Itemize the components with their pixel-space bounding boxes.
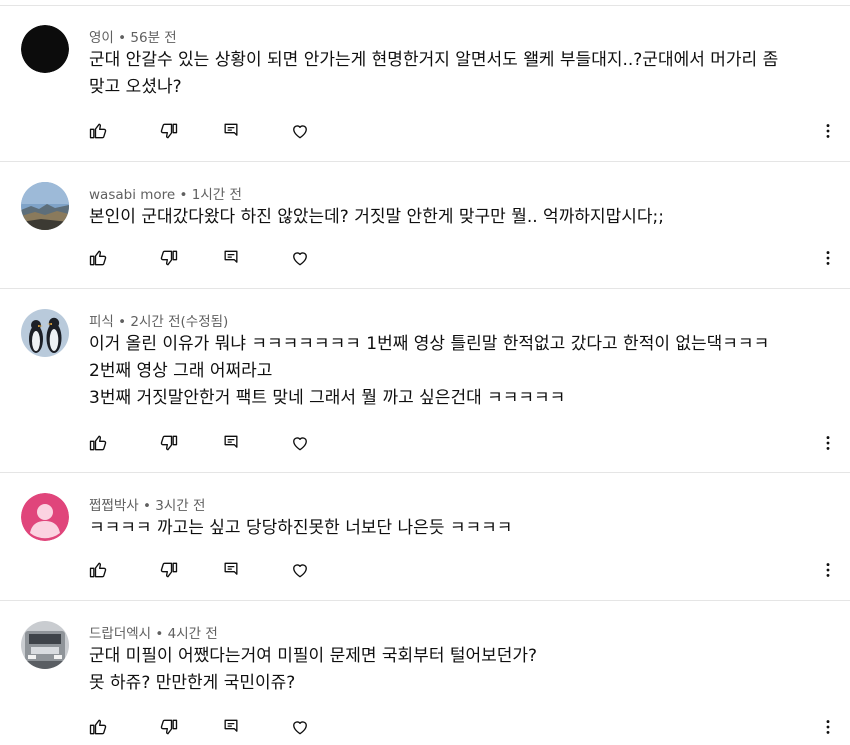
thumb-down-icon[interactable]	[157, 715, 181, 739]
thumb-down-icon[interactable]	[157, 431, 181, 455]
avatar[interactable]	[21, 309, 69, 357]
comment-author[interactable]: wasabi more	[89, 187, 175, 203]
heart-icon[interactable]	[288, 431, 312, 455]
comment-text: 군대 안갈수 있는 상황이 되면 안가는게 현명한거지 알면서도 왤케 부들대지…	[89, 47, 829, 101]
comment-line: 맞고 오셨나?	[89, 77, 182, 97]
reply-icon[interactable]	[219, 431, 243, 455]
top-divider	[0, 5, 850, 6]
avatar[interactable]	[21, 182, 69, 230]
comment-line: 이거 올린 이유가 뭐냐 ㅋㅋㅋㅋㅋㅋㅋ 1번째 영상 틀린말 한적없고 갔다고…	[89, 334, 770, 354]
more-vert-icon[interactable]	[816, 119, 840, 143]
comment-divider	[0, 472, 850, 473]
comment-actions	[0, 246, 850, 270]
avatar[interactable]	[21, 493, 69, 541]
heart-icon[interactable]	[288, 558, 312, 582]
comment-meta: 드랍더엑시 • 4시간 전	[89, 626, 218, 642]
thumb-up-icon[interactable]	[86, 558, 110, 582]
heart-icon[interactable]	[288, 119, 312, 143]
thumb-up-icon[interactable]	[86, 246, 110, 270]
comment-time: 4시간 전	[167, 626, 218, 642]
comment-divider	[0, 161, 850, 162]
comment-line: 못 하쥬? 만만한게 국민이쥬?	[89, 673, 296, 693]
comment-time: 2시간 전(수정됨)	[130, 314, 229, 330]
avatar[interactable]	[21, 621, 69, 669]
reply-icon[interactable]	[219, 558, 243, 582]
comment-divider	[0, 288, 850, 289]
comment-actions	[0, 431, 850, 455]
comment-meta: wasabi more • 1시간 전	[89, 187, 242, 203]
more-vert-icon[interactable]	[816, 715, 840, 739]
comment-author[interactable]: 쩝쩝박사	[89, 498, 139, 514]
more-vert-icon[interactable]	[816, 431, 840, 455]
heart-icon[interactable]	[288, 246, 312, 270]
heart-icon[interactable]	[288, 715, 312, 739]
comment-meta: 영이 • 56분 전	[89, 30, 177, 46]
comment-meta: 피식 • 2시간 전(수정됨)	[89, 314, 229, 330]
comment-divider	[0, 600, 850, 601]
thumb-up-icon[interactable]	[86, 431, 110, 455]
comment-line: ㅋㅋㅋㅋ 까고는 싶고 당당하진못한 너보단 나은듯 ㅋㅋㅋㅋ	[89, 518, 513, 538]
reply-icon[interactable]	[219, 119, 243, 143]
comment-line: 군대 미필이 어쨌다는거여 미필이 문제면 국회부터 털어보던가?	[89, 646, 538, 666]
comment-line: 군대 안갈수 있는 상황이 되면 안가는게 현명한거지 알면서도 왤케 부들대지…	[89, 50, 779, 70]
comment-text: 군대 미필이 어쨌다는거여 미필이 문제면 국회부터 털어보던가? 못 하쥬? …	[89, 643, 829, 697]
comment-author[interactable]: 영이	[89, 30, 114, 46]
comment-actions	[0, 715, 850, 739]
more-vert-icon[interactable]	[816, 246, 840, 270]
thumb-down-icon[interactable]	[157, 558, 181, 582]
comment-author[interactable]: 피식	[89, 314, 114, 330]
comment-text: ㅋㅋㅋㅋ 까고는 싶고 당당하진못한 너보단 나은듯 ㅋㅋㅋㅋ	[89, 515, 829, 542]
comment-meta: 쩝쩝박사 • 3시간 전	[89, 498, 206, 514]
reply-icon[interactable]	[219, 246, 243, 270]
thumb-down-icon[interactable]	[157, 246, 181, 270]
comment-line: 3번째 거짓말안한거 팩트 맞네 그래서 뭘 까고 싶은건대 ㅋㅋㅋㅋㅋ	[89, 388, 566, 408]
more-vert-icon[interactable]	[816, 558, 840, 582]
thumb-down-icon[interactable]	[157, 119, 181, 143]
reply-icon[interactable]	[219, 715, 243, 739]
comment-actions	[0, 119, 850, 143]
comment-line: 2번째 영상 그래 어쩌라고	[89, 361, 273, 381]
thumb-up-icon[interactable]	[86, 119, 110, 143]
thumb-up-icon[interactable]	[86, 715, 110, 739]
avatar[interactable]	[21, 25, 69, 73]
comment-time: 3시간 전	[155, 498, 206, 514]
comment-text: 이거 올린 이유가 뭐냐 ㅋㅋㅋㅋㅋㅋㅋ 1번째 영상 틀린말 한적없고 갔다고…	[89, 331, 829, 412]
comment-author[interactable]: 드랍더엑시	[89, 626, 151, 642]
comment-time: 56분 전	[130, 30, 177, 46]
comment-time: 1시간 전	[191, 187, 242, 203]
comment-line: 본인이 군대갔다왔다 하진 않았는데? 거짓말 안한게 맞구만 뭘.. 억까하지…	[89, 207, 664, 227]
comment-actions	[0, 558, 850, 582]
comment-text: 본인이 군대갔다왔다 하진 않았는데? 거짓말 안한게 맞구만 뭘.. 억까하지…	[89, 204, 829, 231]
